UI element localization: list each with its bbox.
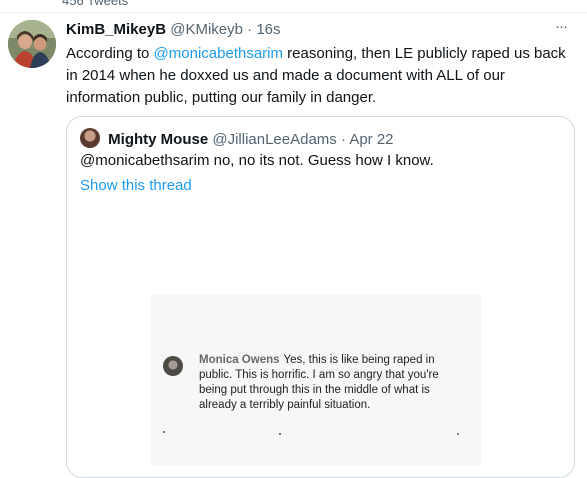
image-speck (163, 431, 165, 433)
tweet-count: 456 Tweets (62, 0, 129, 8)
tweet-text: According to @monicabethsarim reasoning,… (66, 43, 576, 109)
quoted-separator-dot: · (340, 131, 346, 148)
user-handle[interactable]: @KMikeyb (170, 21, 243, 38)
display-name[interactable]: KimB_MikeyB (66, 21, 166, 38)
avatar[interactable] (8, 20, 56, 68)
more-options-button[interactable]: ··· (551, 19, 571, 40)
image-speck (279, 433, 281, 435)
quoted-media-image[interactable]: Monica Owens Yes, this is like being rape… (67, 209, 574, 477)
quoted-display-name: Mighty Mouse (108, 131, 209, 148)
quoted-user-handle: @JillianLeeAdams (212, 131, 337, 148)
tweet-header: KimB_MikeyB @KMikeyb · 16s (66, 20, 281, 40)
divider (0, 12, 587, 13)
quoted-avatar (80, 128, 100, 148)
comment-avatar (163, 356, 183, 376)
tweet-timestamp[interactable]: 16s (256, 21, 280, 38)
quoted-tweet-text: @monicabethsarim no, no its not. Guess h… (80, 152, 434, 169)
quoted-tweet-date: Apr 22 (349, 131, 394, 148)
mention-link[interactable]: @monicabethsarim (154, 45, 283, 62)
comment-screenshot: Monica Owens Yes, this is like being rape… (151, 295, 481, 465)
image-speck (457, 433, 459, 435)
separator-dot: · (247, 21, 253, 38)
avatar-photo (8, 20, 56, 68)
quoted-tweet-card[interactable]: Mighty Mouse @JillianLeeAdams · Apr 22 @… (66, 116, 575, 478)
comment-author: Monica Owens (199, 354, 280, 366)
tweet-text-start: According to (66, 45, 154, 62)
quoted-tweet-header: Mighty Mouse @JillianLeeAdams · Apr 22 (80, 128, 394, 150)
show-thread-link[interactable]: Show this thread (80, 176, 192, 196)
comment-body: Monica Owens Yes, this is like being rape… (199, 353, 469, 413)
